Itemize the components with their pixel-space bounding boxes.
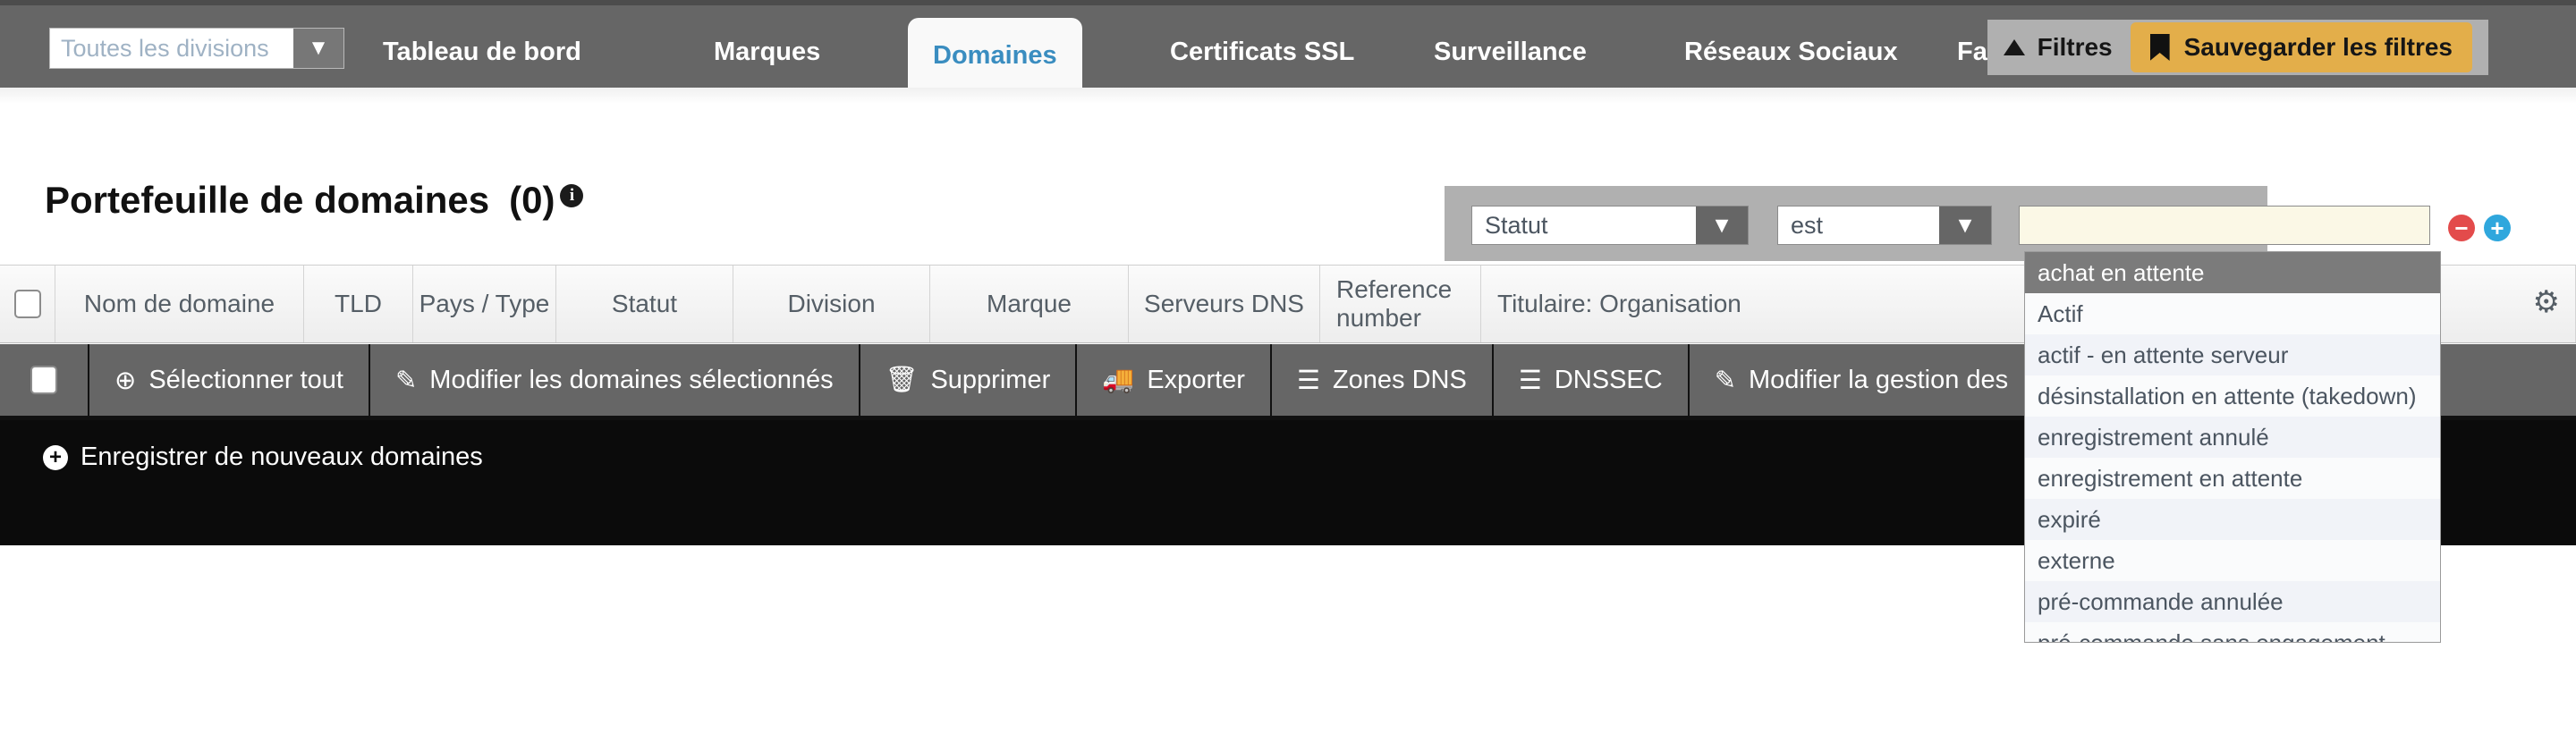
export-button[interactable]: 🚚 Exporter (1077, 344, 1272, 416)
add-filter-button[interactable]: + (2484, 215, 2511, 241)
filter-field-select[interactable]: Statut ▼ (1471, 206, 1749, 245)
plus-circle-icon: ⊕ (114, 366, 137, 395)
info-icon[interactable]: i (560, 184, 584, 207)
domain-count: (0) (509, 179, 555, 221)
nav-item-certificats-ssl[interactable]: Certificats SSL (1145, 11, 1379, 93)
filter-value-input[interactable] (2019, 206, 2430, 245)
chevron-down-icon[interactable]: ▼ (293, 29, 343, 68)
dropdown-option-enregistrement-annule[interactable]: enregistrement annulé (2025, 417, 2440, 458)
nav-item-tableau-de-bord[interactable]: Tableau de bord (358, 11, 606, 93)
nav-item-reseaux-sociaux[interactable]: Réseaux Sociaux (1659, 11, 1923, 93)
plus-circle-icon: + (43, 444, 68, 470)
dropdown-option-actif-attente-serveur[interactable]: actif - en attente serveur (2025, 334, 2440, 375)
pencil-icon: ✎ (394, 366, 418, 395)
edit-management-label: Modifier la gestion des (1749, 365, 2009, 394)
dns-zones-button[interactable]: ☰ Zones DNS (1272, 344, 1494, 416)
nav-item-domaines[interactable]: Domaines (908, 18, 1082, 93)
column-header-division[interactable]: Division (733, 266, 930, 342)
dns-zones-label: Zones DNS (1332, 365, 1467, 394)
toolbar-select-cell[interactable] (0, 344, 89, 416)
list-icon: ☰ (1296, 366, 1320, 395)
page-title-text: Portefeuille de domaines (45, 179, 490, 221)
status-options-dropdown[interactable]: achat en attente Actif actif - en attent… (2024, 251, 2441, 643)
save-filters-button[interactable]: Sauvegarder les filtres (2130, 22, 2472, 72)
export-label: Exporter (1147, 365, 1245, 394)
dropdown-option-precommande-annulee[interactable]: pré-commande annulée (2025, 581, 2440, 622)
bookmark-icon (2149, 34, 2170, 61)
select-all-button[interactable]: ⊕ Sélectionner tout (89, 344, 370, 416)
column-header-serveurs-dns[interactable]: Serveurs DNS (1129, 266, 1320, 342)
dropdown-option-externe[interactable]: externe (2025, 540, 2440, 581)
triangle-up-icon (2003, 39, 2025, 55)
dnssec-button[interactable]: ☰ DNSSEC (1494, 344, 1690, 416)
save-filters-label: Sauvegarder les filtres (2183, 33, 2453, 61)
dropdown-option-precommande-sans-engagement[interactable]: pré-commande sans engagement (2025, 622, 2440, 643)
remove-filter-button[interactable]: − (2448, 215, 2475, 241)
register-new-domains-label: Enregistrer de nouveaux domaines (80, 443, 483, 471)
division-selector[interactable]: Toutes les divisions ▼ (49, 28, 344, 69)
edit-selected-domains-label: Modifier les domaines sélectionnés (429, 365, 834, 394)
header-select-all-cell[interactable] (0, 266, 55, 342)
column-header-tld[interactable]: TLD (304, 266, 413, 342)
select-all-label: Sélectionner tout (148, 365, 343, 394)
edit-selected-domains-button[interactable]: ✎ Modifier les domaines sélectionnés (370, 344, 860, 416)
register-new-domains-button[interactable]: + Enregistrer de nouveaux domaines (43, 443, 483, 472)
dropdown-option-enregistrement-attente[interactable]: enregistrement en attente (2025, 458, 2440, 499)
filters-toggle-label: Filtres (2037, 33, 2113, 61)
filter-field-value: Statut (1485, 211, 1548, 239)
column-header-marque[interactable]: Marque (930, 266, 1129, 342)
toolbar-select-checkbox[interactable] (30, 366, 57, 394)
truck-icon: 🚚 (1102, 366, 1135, 394)
division-selector-value: Toutes les divisions (50, 29, 293, 68)
gear-icon[interactable]: ⚙ (2533, 284, 2560, 320)
column-header-nom-de-domaine[interactable]: Nom de domaine (55, 266, 304, 342)
filter-operator-value: est (1791, 211, 1824, 239)
delete-label: Supprimer (930, 365, 1051, 394)
filter-operator-select[interactable]: est ▼ (1777, 206, 1992, 245)
column-header-reference-number[interactable]: Reference number (1320, 266, 1481, 342)
delete-button[interactable]: 🗑 Supprimer (860, 344, 1078, 416)
dropdown-option-actif[interactable]: Actif (2025, 293, 2440, 334)
nav-item-marques[interactable]: Marques (689, 11, 845, 93)
filter-row-panel: Statut ▼ est ▼ − + (1445, 186, 2511, 261)
pencil-icon: ✎ (1714, 366, 1737, 395)
filters-toolbar: Filtres Sauvegarder les filtres (1987, 20, 2488, 75)
dropdown-option-achat-en-attente[interactable]: achat en attente (2025, 252, 2440, 293)
trash-icon: 🗑 (885, 366, 919, 394)
page-title: Portefeuille de domaines (0) i (45, 179, 584, 222)
dropdown-option-desinstallation[interactable]: désinstallation en attente (takedown) (2025, 375, 2440, 417)
column-header-statut[interactable]: Statut (556, 266, 733, 342)
list-icon: ☰ (1518, 366, 1542, 395)
edit-management-button[interactable]: ✎ Modifier la gestion des (1690, 344, 2036, 416)
dnssec-label: DNSSEC (1554, 365, 1663, 394)
nav-item-surveillance[interactable]: Surveillance (1409, 11, 1612, 93)
chevron-down-icon[interactable]: ▼ (1696, 207, 1748, 244)
header-select-all-checkbox[interactable] (13, 290, 41, 318)
chevron-down-icon[interactable]: ▼ (1939, 207, 1991, 244)
dropdown-option-expire[interactable]: expiré (2025, 499, 2440, 540)
filters-toggle-button[interactable]: Filtres (2003, 33, 2113, 62)
column-header-pays-type[interactable]: Pays / Type (413, 266, 556, 342)
